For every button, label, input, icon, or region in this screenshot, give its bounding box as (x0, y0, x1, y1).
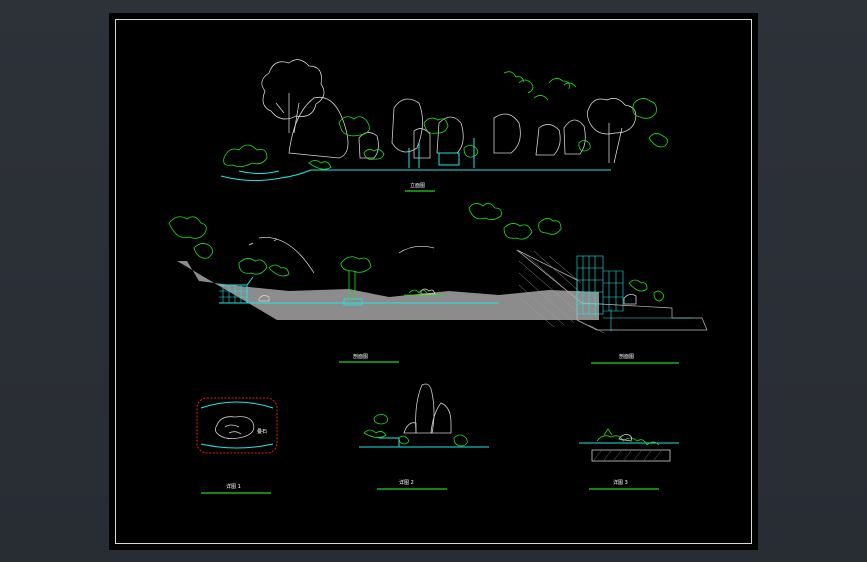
section-a-label: 剖面图 (353, 353, 368, 360)
detail-3-label: 详图 3 (613, 479, 628, 486)
drawing-canvas: 立面图 剖面图 剖面图 叠石 详图 1 详图 2 详图 3 (168, 59, 708, 494)
drawing-sheet: 立面图 剖面图 剖面图 叠石 详图 1 详图 2 详图 3 (109, 13, 758, 550)
detail-1-label: 详图 1 (226, 483, 241, 490)
detail-1-callout: 叠石 (257, 429, 267, 435)
detail-1 (196, 397, 278, 454)
elevation-main (220, 59, 668, 182)
cad-viewport[interactable]: 立面图 剖面图 剖面图 叠石 详图 1 详图 2 详图 3 (0, 0, 867, 562)
section-b-label: 剖面图 (619, 353, 634, 360)
detail-2-label: 详图 2 (399, 479, 414, 486)
elevation-main-label: 立面图 (410, 182, 425, 189)
detail-3 (579, 428, 679, 462)
detail-2 (359, 383, 489, 448)
section-a (168, 216, 599, 320)
